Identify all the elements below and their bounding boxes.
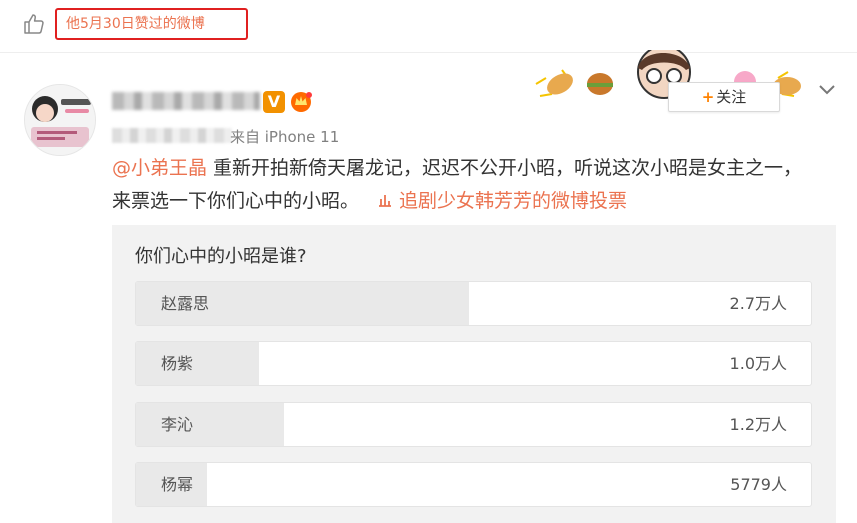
poll-option-label: 杨幂 — [161, 475, 194, 494]
follow-label: 关注 — [716, 88, 747, 106]
poll-option-count: 2.7万人 — [729, 294, 787, 313]
poll-option-bar — [136, 403, 284, 446]
poll-option-label: 李沁 — [161, 415, 194, 434]
timestamp-blurred — [112, 128, 232, 143]
poll-card: 你们心中的小昭是谁? 赵露思 2.7万人 杨紫 1.0万人 李沁 1.2万人 杨… — [112, 225, 836, 523]
post-body: @小弟王晶 重新开拍新倚天屠龙记，迟迟不公开小昭，听说这次小昭是女主之一，来票选… — [112, 152, 817, 218]
thumbs-up-icon — [24, 14, 44, 34]
poll-option[interactable]: 杨紫 1.0万人 — [135, 341, 812, 386]
like-history-bar: 他5月30日赞过的微博 — [0, 0, 857, 53]
liked-date-label[interactable]: 他5月30日赞过的微博 — [55, 8, 248, 40]
avatar[interactable] — [24, 84, 96, 156]
follow-button[interactable]: + 关注 — [668, 82, 780, 112]
poll-option-count: 5779人 — [730, 475, 787, 494]
crown-badge-icon[interactable] — [289, 89, 313, 113]
poll-option[interactable]: 赵露思 2.7万人 — [135, 281, 812, 326]
vote-link[interactable]: 追剧少女韩芳芳的微博投票 — [377, 190, 627, 212]
vote-icon — [379, 195, 392, 207]
poll-option-label: 杨紫 — [161, 354, 194, 373]
poll-option-bar — [136, 342, 260, 385]
mention-link[interactable]: @小弟王晶 — [112, 157, 207, 179]
plus-icon: + — [701, 88, 715, 106]
poll-option[interactable]: 杨幂 5779人 — [135, 462, 812, 507]
poll-question: 你们心中的小昭是谁? — [135, 246, 307, 267]
vip-v-icon[interactable]: V — [263, 91, 285, 113]
vote-link-label: 追剧少女韩芳芳的微博投票 — [399, 190, 628, 212]
poll-option[interactable]: 李沁 1.2万人 — [135, 402, 812, 447]
username-blurred[interactable] — [112, 92, 260, 110]
post-source: 来自 iPhone 11 — [230, 128, 340, 146]
poll-option-label: 赵露思 — [161, 294, 210, 313]
chevron-down-icon[interactable] — [818, 82, 836, 96]
poll-option-count: 1.0万人 — [729, 354, 787, 373]
poll-option-count: 1.2万人 — [729, 415, 787, 434]
avatar-image — [25, 85, 95, 155]
